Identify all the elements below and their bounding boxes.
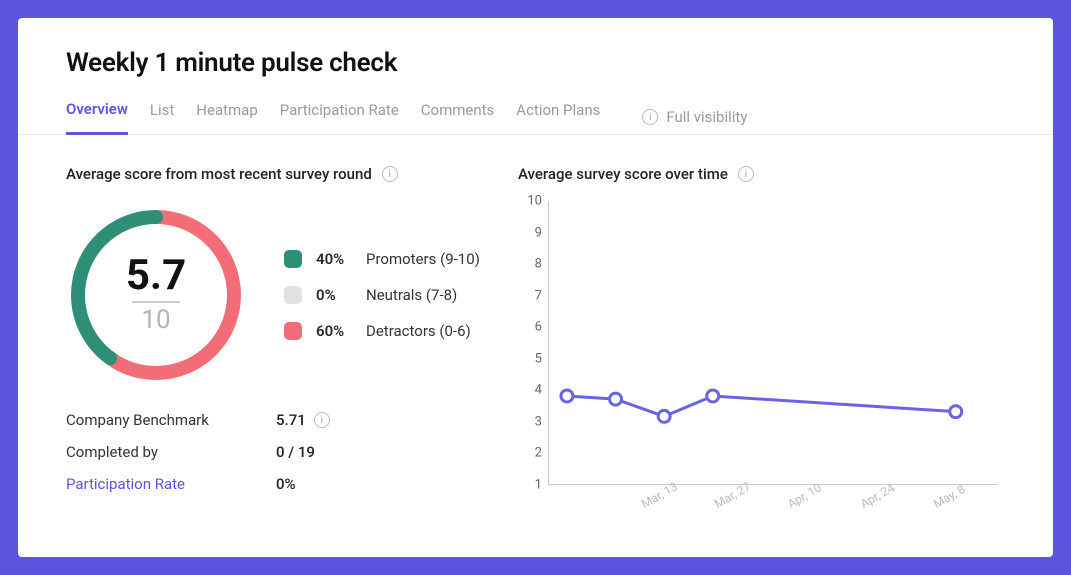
participation-rate-link[interactable]: Participation Rate xyxy=(66,475,276,493)
completed-value: 0 / 19 xyxy=(276,443,315,461)
tab-comments[interactable]: Comments xyxy=(421,101,495,133)
data-point[interactable] xyxy=(950,406,962,418)
y-tick: 2 xyxy=(535,446,542,461)
tab-overview[interactable]: Overview xyxy=(66,100,128,135)
info-icon[interactable]: i xyxy=(382,166,398,182)
legend-pct: 60% xyxy=(316,322,352,340)
donut-legend: 40% Promoters (9-10) 0% Neutrals (7-8) 6… xyxy=(284,250,480,340)
x-tick: Apr, 24 xyxy=(858,481,897,511)
legend-pct: 0% xyxy=(316,286,352,304)
swatch-icon xyxy=(284,286,302,304)
benchmark-label: Company Benchmark xyxy=(66,411,276,429)
y-tick: 6 xyxy=(535,320,542,335)
participation-rate-value: 0% xyxy=(276,475,296,493)
swatch-icon xyxy=(284,322,302,340)
x-tick: Apr, 10 xyxy=(785,481,824,511)
tab-list[interactable]: List xyxy=(150,101,174,133)
legend-neutrals: 0% Neutrals (7-8) xyxy=(284,286,480,304)
legend-label: Promoters (9-10) xyxy=(366,250,480,268)
score-value: 5.7 xyxy=(126,255,186,297)
visibility-label: Full visibility xyxy=(666,108,747,126)
y-tick: 8 xyxy=(535,257,542,272)
info-icon: i xyxy=(642,109,658,125)
data-point[interactable] xyxy=(610,393,622,405)
tabs: Overview List Heatmap Participation Rate… xyxy=(18,100,1053,135)
y-tick: 4 xyxy=(535,383,542,398)
legend-label: Neutrals (7-8) xyxy=(366,286,457,304)
data-point[interactable] xyxy=(707,390,719,402)
x-tick: May, 8 xyxy=(931,482,967,511)
swatch-icon xyxy=(284,250,302,268)
y-tick: 1 xyxy=(535,478,542,493)
trend-heading: Average survey score over time xyxy=(518,165,728,183)
y-tick: 9 xyxy=(535,225,542,240)
completed-label: Completed by xyxy=(66,443,276,461)
y-tick: 10 xyxy=(527,194,542,209)
trend-line xyxy=(567,396,956,416)
page-title: Weekly 1 minute pulse check xyxy=(66,48,1005,78)
tab-participation-rate[interactable]: Participation Rate xyxy=(280,101,399,133)
data-point[interactable] xyxy=(561,390,573,402)
trend-line-chart: 1 2 3 4 5 6 7 8 9 10 Mar, 13 Mar, 27 Apr, 10 Apr, 24… xyxy=(518,193,998,523)
x-tick: Mar, 13 xyxy=(639,479,680,511)
legend-detractors: 60% Detractors (0-6) xyxy=(284,322,480,340)
x-tick: Mar, 27 xyxy=(712,479,753,511)
data-point[interactable] xyxy=(658,410,670,422)
visibility-indicator: i Full visibility xyxy=(642,108,747,126)
y-tick: 5 xyxy=(535,351,542,366)
score-donut-chart: 5.7 10 xyxy=(66,205,246,385)
legend-promoters: 40% Promoters (9-10) xyxy=(284,250,480,268)
score-scale: 10 xyxy=(132,301,180,335)
y-tick: 3 xyxy=(535,414,542,429)
tab-action-plans[interactable]: Action Plans xyxy=(516,101,600,133)
tab-heatmap[interactable]: Heatmap xyxy=(196,101,257,133)
y-tick: 7 xyxy=(535,288,542,303)
benchmark-value: 5.71 xyxy=(276,411,306,429)
info-icon[interactable]: i xyxy=(314,412,330,428)
legend-pct: 40% xyxy=(316,250,352,268)
avg-score-heading: Average score from most recent survey ro… xyxy=(66,165,372,183)
legend-label: Detractors (0-6) xyxy=(366,322,471,340)
info-icon[interactable]: i xyxy=(738,166,754,182)
